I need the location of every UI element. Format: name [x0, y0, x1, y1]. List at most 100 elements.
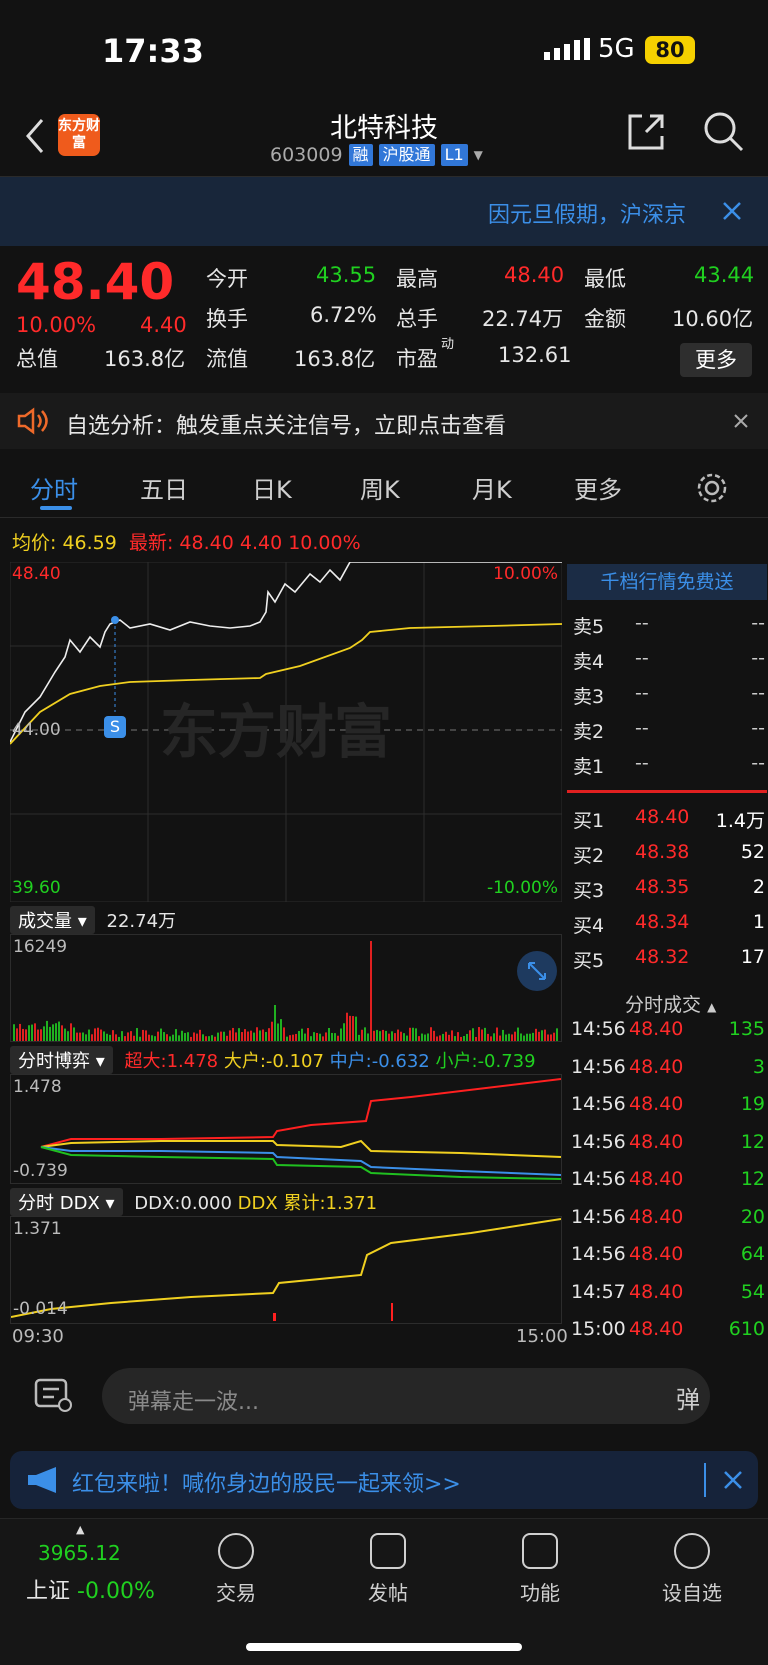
flow-mid: 中户:-0.632	[329, 1051, 430, 1072]
close-icon[interactable]	[724, 1471, 742, 1489]
level-label: 卖2	[573, 721, 605, 743]
volume-label: 成交量	[18, 911, 72, 932]
nav-functions[interactable]: 功能	[490, 1533, 590, 1606]
change-pct: 10.00%	[16, 313, 97, 337]
order-book: 千档行情免费送 卖5 -- -- 卖4 -- -- 卖3 -- -- 卖2 -- -- 卖1 -- -- 买…	[565, 562, 768, 1352]
holiday-notice[interactable]: 因元旦假期，沪深京	[0, 176, 768, 246]
level-label: 卖4	[573, 651, 605, 673]
ddx-dropdown[interactable]: 分时 DDX ▾	[10, 1188, 123, 1216]
level-volume: --	[751, 752, 765, 774]
capital-flow-chart: 1.478 -0.739	[10, 1074, 562, 1184]
level-label: 卖3	[573, 686, 605, 708]
signal-marker[interactable]: S	[104, 716, 126, 738]
amount-value: 10.60亿	[672, 307, 754, 331]
flow-dropdown[interactable]: 分时博弈 ▾	[10, 1046, 113, 1074]
avg-value: 46.59	[62, 532, 117, 554]
nav-post[interactable]: 发帖	[338, 1533, 438, 1606]
index-ticker[interactable]: 上证 -0.00%	[26, 1573, 155, 1605]
flow-label: 分时博弈	[18, 1051, 90, 1072]
chat-settings-icon[interactable]	[34, 1378, 74, 1414]
level-volume: 1.4万	[715, 810, 765, 832]
close-icon[interactable]	[722, 201, 742, 221]
trade-row: 14:56 48.40 64	[571, 1243, 765, 1269]
trades-label: 分时成交	[625, 994, 702, 1016]
ddx-top: 1.371	[13, 1219, 62, 1239]
megaphone-icon	[28, 1467, 56, 1493]
trades-title[interactable]: 分时成交 ▲	[625, 990, 716, 1017]
nav-trade[interactable]: 交易	[186, 1533, 286, 1606]
chevron-down-icon[interactable]: ▼	[474, 148, 483, 162]
gear-icon[interactable]	[696, 472, 728, 504]
open-value: 43.55	[316, 263, 377, 287]
volume-dropdown[interactable]: 成交量 ▾	[10, 906, 95, 934]
latest-pct: 10.00%	[288, 532, 361, 554]
tab-daily-k[interactable]: 日K	[252, 470, 292, 505]
volume-label: 总手	[396, 307, 438, 331]
comment-bar: 弹幕走一波... 弹	[0, 1356, 768, 1438]
trade-price: 48.40	[629, 1093, 684, 1115]
ask-row: 卖3 -- --	[573, 682, 765, 708]
level2-banner[interactable]: 千档行情免费送	[567, 564, 767, 600]
open-label: 今开	[206, 267, 248, 291]
ask-row: 卖5 -- --	[573, 612, 765, 638]
level-price: --	[635, 752, 649, 774]
level-label: 买2	[573, 845, 605, 867]
more-button[interactable]: 更多	[680, 343, 752, 377]
trade-price: 48.40	[629, 1243, 684, 1265]
clock: 17:33	[102, 32, 204, 70]
bid-row: 买2 48.38 52	[573, 841, 765, 867]
active-tab-indicator	[40, 506, 72, 510]
volume-bars	[13, 941, 558, 1041]
bid-row: 买4 48.34 1	[573, 911, 765, 937]
red-packet-banner[interactable]: 红包来啦！喊你身边的股民一起来领>>	[10, 1451, 758, 1509]
level-price: 48.38	[635, 841, 690, 863]
chart-high: 48.40	[12, 564, 61, 584]
last-price: 48.40	[16, 253, 175, 311]
high-value: 48.40	[504, 263, 565, 287]
trade-price: 48.40	[629, 1168, 684, 1190]
level-volume: --	[751, 612, 765, 634]
signal-banner[interactable]: 自选分析：触发重点关注信号，立即点击查看	[0, 393, 768, 449]
level-price: 48.35	[635, 876, 690, 898]
network-type: 5G	[598, 34, 635, 64]
post-icon	[370, 1533, 406, 1569]
level-price: 48.34	[635, 911, 690, 933]
price-chart-svg: 东方财富	[9, 561, 563, 903]
ddx-header: 分时 DDX ▾ DDX:0.000 DDX 累计:1.371	[10, 1188, 377, 1216]
trade-price: 48.40	[629, 1055, 684, 1078]
low-value: 43.44	[694, 263, 755, 287]
time-start: 09:30	[12, 1326, 64, 1347]
trade-row: 14:56 48.40 135	[571, 1018, 765, 1044]
volume-value: 22.74万	[482, 307, 564, 331]
trade-time: 14:56	[571, 1018, 626, 1040]
index-value[interactable]: 3965.12	[38, 1541, 121, 1565]
battery-icon: 80	[645, 36, 695, 64]
tab-5day[interactable]: 五日	[140, 470, 188, 505]
ask-row: 卖1 -- --	[573, 752, 765, 778]
tab-monthly-k[interactable]: 月K	[472, 470, 512, 505]
ask-row: 卖4 -- --	[573, 647, 765, 673]
home-indicator	[246, 1643, 522, 1651]
tag-level: L1	[440, 144, 468, 166]
tab-weekly-k[interactable]: 周K	[360, 470, 400, 505]
trade-row: 14:56 48.40 20	[571, 1206, 765, 1232]
nav-watchlist[interactable]: 设自选	[642, 1533, 742, 1606]
grid-icon	[522, 1533, 558, 1569]
level-label: 买4	[573, 915, 605, 937]
level-price: 48.32	[635, 946, 690, 968]
danmu-input[interactable]: 弹幕走一波...	[102, 1368, 710, 1424]
ddx-bottom: -0.014	[13, 1299, 68, 1319]
intraday-chart[interactable]: 东方财富 48.40 10.00% 44.00 39.60 -10.00% S	[9, 561, 563, 903]
search-icon[interactable]	[702, 110, 744, 152]
share-icon[interactable]	[626, 112, 666, 152]
tab-more[interactable]: 更多	[574, 470, 622, 505]
stock-header: 东方财富 北特科技 603009 融 沪股通 L1 ▼	[0, 100, 768, 176]
tab-intraday[interactable]: 分时	[30, 470, 78, 505]
ddx-cum: DDX 累计:1.371	[237, 1193, 378, 1214]
chart-low-pct: -10.00%	[487, 878, 558, 898]
danmu-toggle-button[interactable]: 弹	[676, 1380, 716, 1416]
close-icon[interactable]	[734, 414, 748, 428]
volume-total: 22.74万	[106, 911, 177, 932]
level-price: --	[635, 647, 649, 669]
pe-label: 市盈	[396, 347, 438, 371]
